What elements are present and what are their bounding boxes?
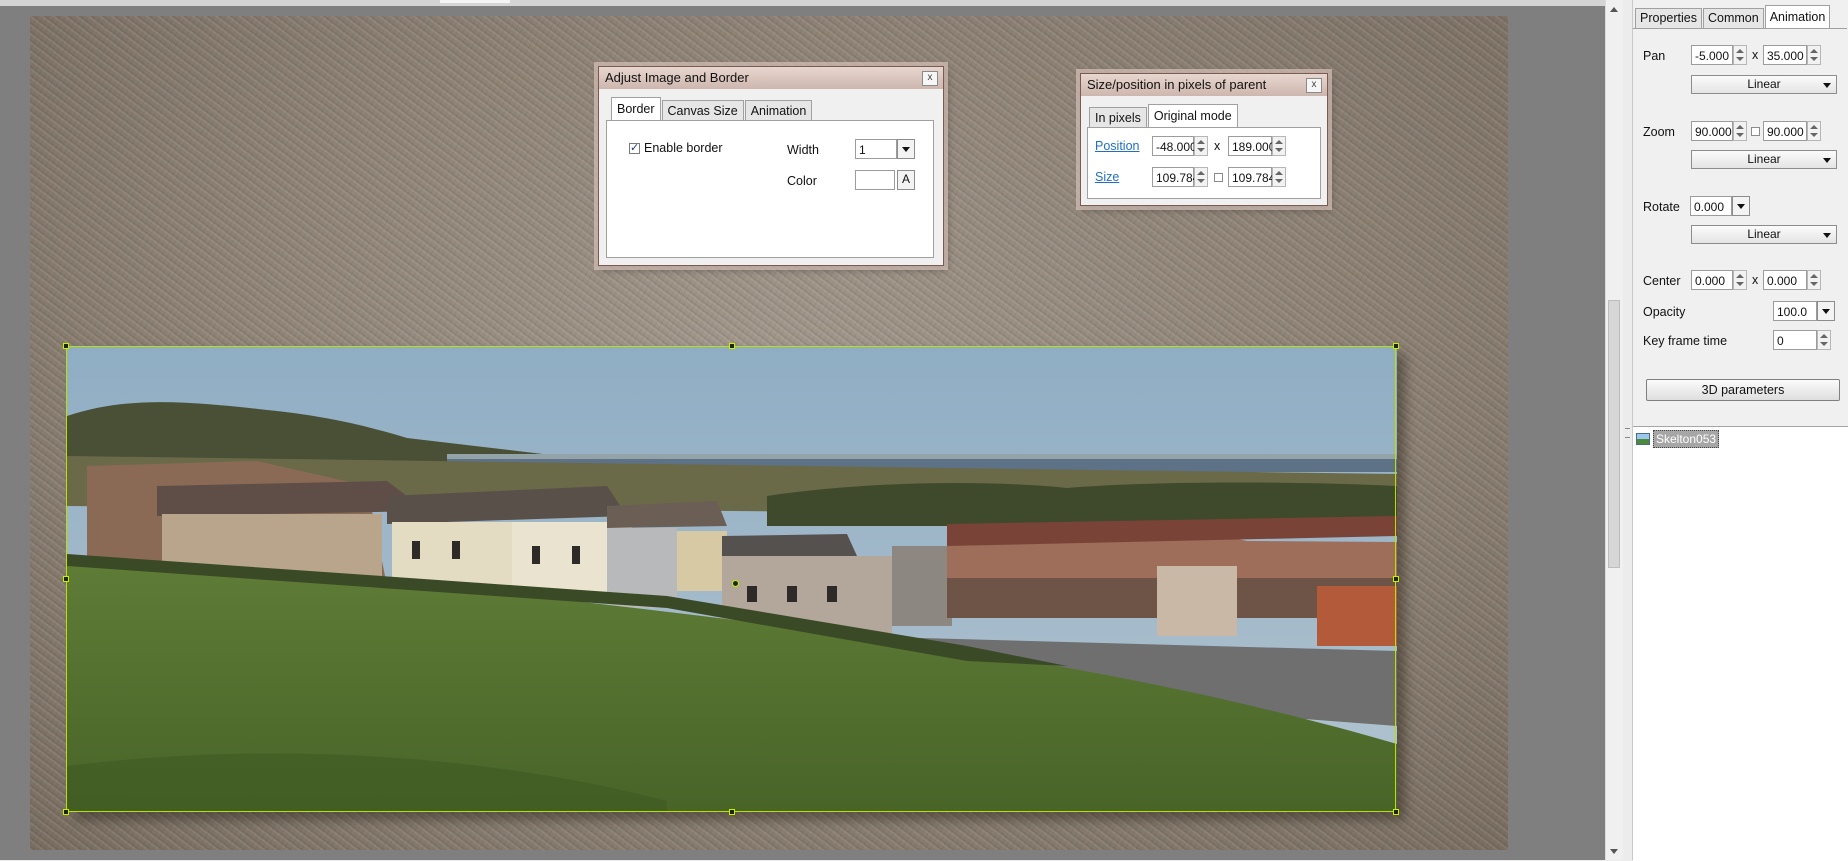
pan-x-spinner[interactable]: [1733, 45, 1747, 65]
tab-in-pixels[interactable]: In pixels: [1089, 107, 1147, 128]
center-x-spinner[interactable]: [1733, 270, 1747, 290]
position-y-spinner[interactable]: [1272, 136, 1286, 156]
color-picker-button[interactable]: A: [897, 170, 915, 190]
rotate-mode-dropdown[interactable]: Linear: [1691, 225, 1837, 244]
center-x-field[interactable]: 0.000: [1691, 270, 1733, 290]
tab-animation[interactable]: Animation: [744, 100, 813, 121]
keyframe-time-label: Key frame time: [1643, 334, 1728, 348]
dialog-titlebar[interactable]: Size/position in pixels of parent x: [1081, 74, 1327, 96]
close-icon[interactable]: x: [922, 71, 938, 86]
scroll-down-icon[interactable]: [1610, 849, 1618, 854]
scroll-up-icon[interactable]: [1610, 7, 1618, 12]
rotate-label: Rotate: [1643, 200, 1680, 214]
zoom-mode-dropdown[interactable]: Linear: [1691, 150, 1837, 169]
image-icon: [1636, 433, 1650, 445]
panel-splitter[interactable]: [1623, 0, 1632, 860]
pan-y-spinner[interactable]: [1807, 45, 1821, 65]
splitter-grip-icon[interactable]: [1625, 428, 1630, 438]
workspace-vertical-scrollbar[interactable]: [1605, 0, 1623, 860]
width-label: Width: [787, 143, 819, 157]
position-separator: x: [1214, 139, 1221, 153]
3d-parameters-button[interactable]: 3D parameters: [1646, 379, 1840, 401]
chevron-down-icon[interactable]: [1817, 301, 1835, 321]
opacity-label: Opacity: [1643, 305, 1686, 319]
chevron-down-icon[interactable]: [1732, 196, 1750, 216]
border-tab-panel: Enable border Width 1 Color A: [606, 120, 934, 258]
enable-border-label: Enable border: [644, 141, 723, 155]
zoom-y-spinner[interactable]: [1807, 121, 1821, 141]
dialog-titlebar[interactable]: Adjust Image and Border x: [599, 67, 943, 89]
position-x-spinner[interactable]: [1194, 136, 1208, 156]
zoom-x-field[interactable]: 90.000: [1691, 121, 1733, 141]
enable-border-checkbox[interactable]: [629, 141, 640, 154]
tab-border[interactable]: Border: [611, 97, 661, 121]
border-width-field[interactable]: 1: [855, 139, 897, 159]
top-notch: [440, 0, 510, 3]
keyframe-time-spinner[interactable]: [1817, 330, 1831, 350]
zoom-y-field[interactable]: 90.000: [1763, 121, 1807, 141]
pan-label: Pan: [1643, 49, 1666, 63]
village-photo-image: [67, 346, 1397, 812]
keep-aspect-checkbox[interactable]: [1214, 173, 1223, 182]
object-tree[interactable]: Skelton053: [1633, 426, 1848, 861]
animation-tab-body: Pan -5.000 x 35.000 Linear Zoom 90.000 9…: [1633, 28, 1847, 425]
zoom-link-checkbox[interactable]: [1751, 127, 1760, 136]
chevron-down-icon[interactable]: [897, 139, 915, 159]
right-properties-panel: Properties Common Animation Pan -5.000 x…: [1632, 0, 1848, 861]
keyframe-time-field[interactable]: 0: [1773, 330, 1817, 350]
tab-canvas-size[interactable]: Canvas Size: [661, 100, 744, 121]
tab-animation[interactable]: Animation: [1764, 5, 1831, 28]
border-color-swatch[interactable]: [855, 170, 895, 190]
size-link[interactable]: Size: [1095, 170, 1119, 184]
center-y-spinner[interactable]: [1807, 270, 1821, 290]
top-strip: [0, 0, 1605, 6]
position-link[interactable]: Position: [1095, 139, 1139, 153]
slide-photo-village[interactable]: [67, 346, 1397, 812]
size-height-spinner[interactable]: [1272, 167, 1286, 187]
center-y-field[interactable]: 0.000: [1763, 270, 1807, 290]
center-separator: x: [1752, 273, 1759, 287]
adjust-image-border-dialog: Adjust Image and Border x Border Canvas …: [598, 66, 944, 266]
color-picker-label: A: [902, 172, 911, 186]
size-position-dialog: Size/position in pixels of parent x In p…: [1080, 73, 1328, 206]
opacity-field[interactable]: 100.0: [1773, 301, 1817, 321]
pan-y-field[interactable]: 35.000: [1763, 45, 1807, 65]
pan-x-field[interactable]: -5.000: [1691, 45, 1733, 65]
size-height-field[interactable]: 109.784: [1228, 167, 1275, 187]
tab-properties[interactable]: Properties: [1635, 8, 1702, 28]
original-mode-panel: Position -48.000 x 189.000 Size 109.784 …: [1087, 127, 1321, 199]
scrollbar-thumb[interactable]: [1608, 300, 1620, 568]
position-y-field[interactable]: 189.000: [1228, 136, 1275, 156]
color-label: Color: [787, 174, 817, 188]
position-x-field[interactable]: -48.000: [1152, 136, 1197, 156]
pan-mode-dropdown[interactable]: Linear: [1691, 75, 1837, 94]
tree-item-label: Skelton053: [1653, 430, 1720, 448]
size-width-spinner[interactable]: [1194, 167, 1208, 187]
size-width-field[interactable]: 109.784: [1152, 167, 1199, 187]
zoom-x-spinner[interactable]: [1733, 121, 1747, 141]
zoom-label: Zoom: [1643, 125, 1675, 139]
close-icon[interactable]: x: [1306, 78, 1322, 93]
tab-common[interactable]: Common: [1702, 8, 1764, 28]
tree-item[interactable]: Skelton053: [1636, 430, 1720, 448]
rotate-field[interactable]: 0.000: [1690, 196, 1732, 216]
pan-separator: x: [1752, 48, 1759, 62]
dialog-title: Adjust Image and Border: [605, 70, 749, 85]
center-label: Center: [1643, 274, 1681, 288]
dialog-title: Size/position in pixels of parent: [1087, 77, 1267, 92]
tab-original-mode[interactable]: Original mode: [1147, 104, 1238, 128]
